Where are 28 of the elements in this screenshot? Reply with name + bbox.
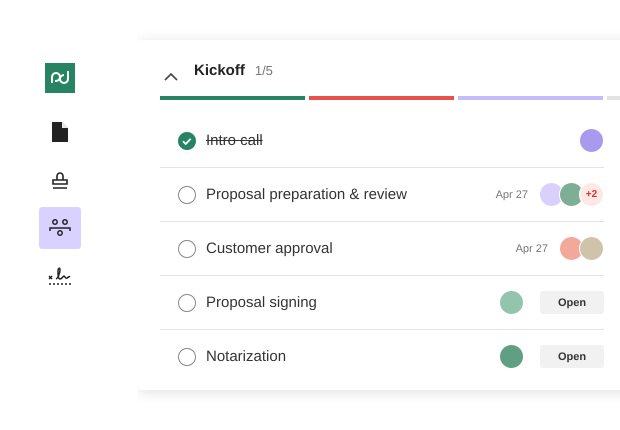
task-name: Notarization bbox=[206, 348, 288, 365]
task-checkbox[interactable] bbox=[178, 348, 196, 366]
task-name: Proposal preparation & review bbox=[206, 186, 408, 203]
task-row[interactable]: Proposal preparation & review Apr 27 +2 bbox=[160, 168, 604, 222]
task-row[interactable]: Customer approval Apr 27 bbox=[160, 222, 604, 276]
task-checkbox[interactable] bbox=[178, 240, 196, 258]
task-checkbox[interactable] bbox=[178, 186, 196, 204]
task-checkbox[interactable] bbox=[178, 132, 196, 150]
task-checkbox[interactable] bbox=[178, 294, 196, 312]
sidebar-item[interactable] bbox=[39, 207, 81, 249]
logo-icon bbox=[45, 63, 75, 93]
open-button[interactable]: Open bbox=[540, 345, 604, 368]
task-row[interactable]: Notarization Open bbox=[160, 330, 604, 383]
task-name: Intro call bbox=[206, 132, 264, 149]
stamp-icon bbox=[51, 170, 69, 190]
task-name: Proposal signing bbox=[206, 294, 318, 311]
task-count: 1/5 bbox=[254, 63, 273, 78]
fields-icon bbox=[49, 218, 71, 238]
due-date: Apr 27 bbox=[516, 242, 548, 254]
task-row[interactable]: Intro call bbox=[160, 114, 604, 168]
document-icon bbox=[52, 122, 68, 142]
signature-icon bbox=[48, 266, 72, 286]
task-name: Customer approval bbox=[206, 240, 334, 257]
task-row[interactable]: Proposal signing Open bbox=[160, 276, 604, 330]
more-assignees-badge: +2 bbox=[579, 182, 604, 207]
due-date: Apr 27 bbox=[496, 188, 528, 200]
section-title: Kickoff bbox=[194, 62, 245, 79]
open-button[interactable]: Open bbox=[540, 291, 604, 314]
